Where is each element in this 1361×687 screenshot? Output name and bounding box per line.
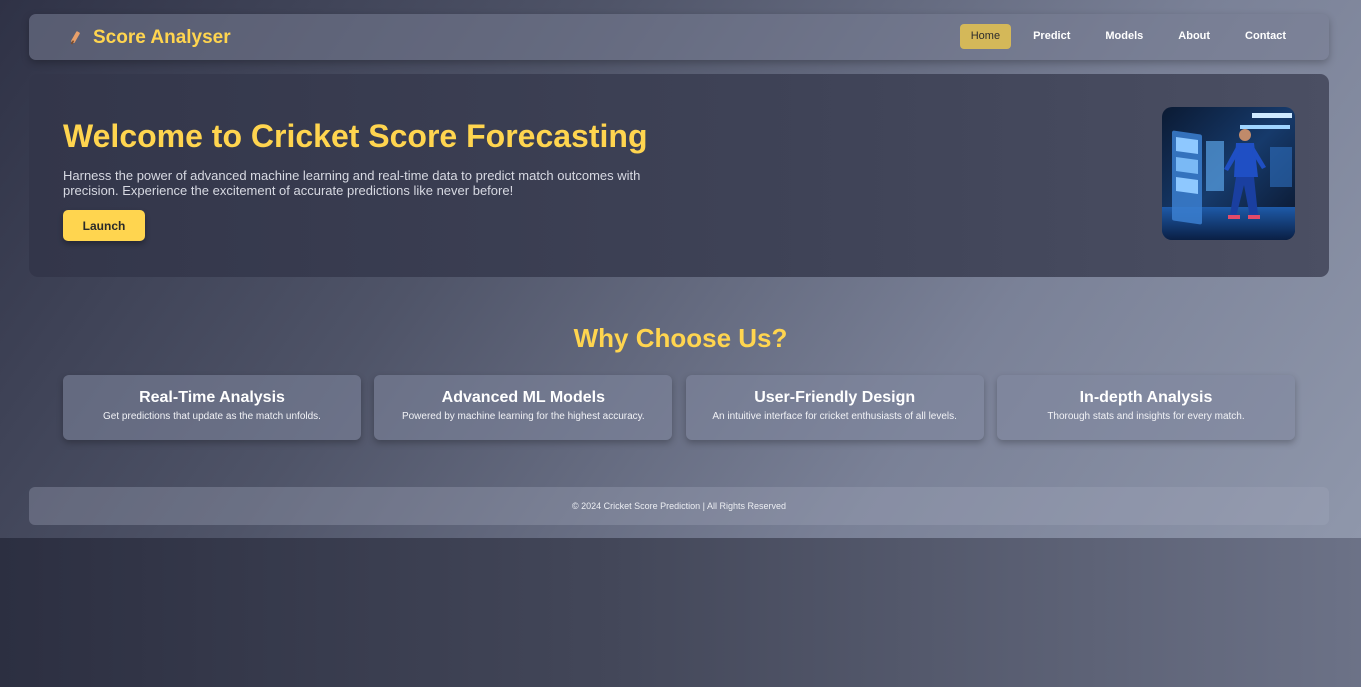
launch-button[interactable]: Launch (63, 210, 145, 241)
footer-text: © 2024 Cricket Score Prediction | All Ri… (571, 501, 787, 511)
feature-card-analysis: In-depth Analysis Thorough stats and ins… (996, 375, 1295, 440)
feature-desc: Get predictions that update as the match… (103, 411, 321, 422)
navbar: Score Analyser Home Predict Models About… (29, 14, 1329, 60)
brand-name: Score Analyser (93, 27, 231, 48)
nav-contact[interactable]: Contact (1232, 24, 1299, 49)
feature-desc: Thorough stats and insights for every ma… (1047, 411, 1245, 422)
hero-image (1162, 107, 1295, 240)
feature-title: Real-Time Analysis (139, 389, 285, 406)
section-title: Why Choose Us? (573, 323, 788, 353)
hero-description: Harness the power of advanced machine le… (63, 168, 641, 198)
feature-cards: Real-Time Analysis Get predictions that … (63, 375, 1295, 440)
brand[interactable]: Score Analyser (67, 27, 231, 49)
hero-section: Welcome to Cricket Score Forecasting Har… (29, 74, 1329, 277)
nav-models[interactable]: Models (1092, 24, 1156, 49)
feature-title: User-Friendly Design (754, 389, 916, 406)
cricket-bat-icon (70, 31, 80, 45)
feature-title: In-depth Analysis (1079, 389, 1213, 406)
nav-links: Home Predict Models About Contact (951, 24, 1299, 49)
feature-card-design: User-Friendly Design An intuitive interf… (685, 375, 984, 440)
feature-card-ml-models: Advanced ML Models Powered by machine le… (374, 375, 673, 440)
hero-title: Welcome to Cricket Score Forecasting (63, 118, 648, 154)
feature-title: Advanced ML Models (441, 389, 605, 406)
feature-desc: An intuitive interface for cricket enthu… (712, 411, 957, 422)
nav-about[interactable]: About (1165, 24, 1223, 49)
page: Score Analyser Home Predict Models About… (0, 0, 1361, 538)
feature-desc: Powered by machine learning for the high… (401, 411, 645, 422)
footer: © 2024 Cricket Score Prediction | All Ri… (29, 487, 1329, 525)
feature-card-realtime: Real-Time Analysis Get predictions that … (63, 375, 361, 440)
nav-predict[interactable]: Predict (1020, 24, 1083, 49)
nav-home[interactable]: Home (959, 24, 1012, 49)
